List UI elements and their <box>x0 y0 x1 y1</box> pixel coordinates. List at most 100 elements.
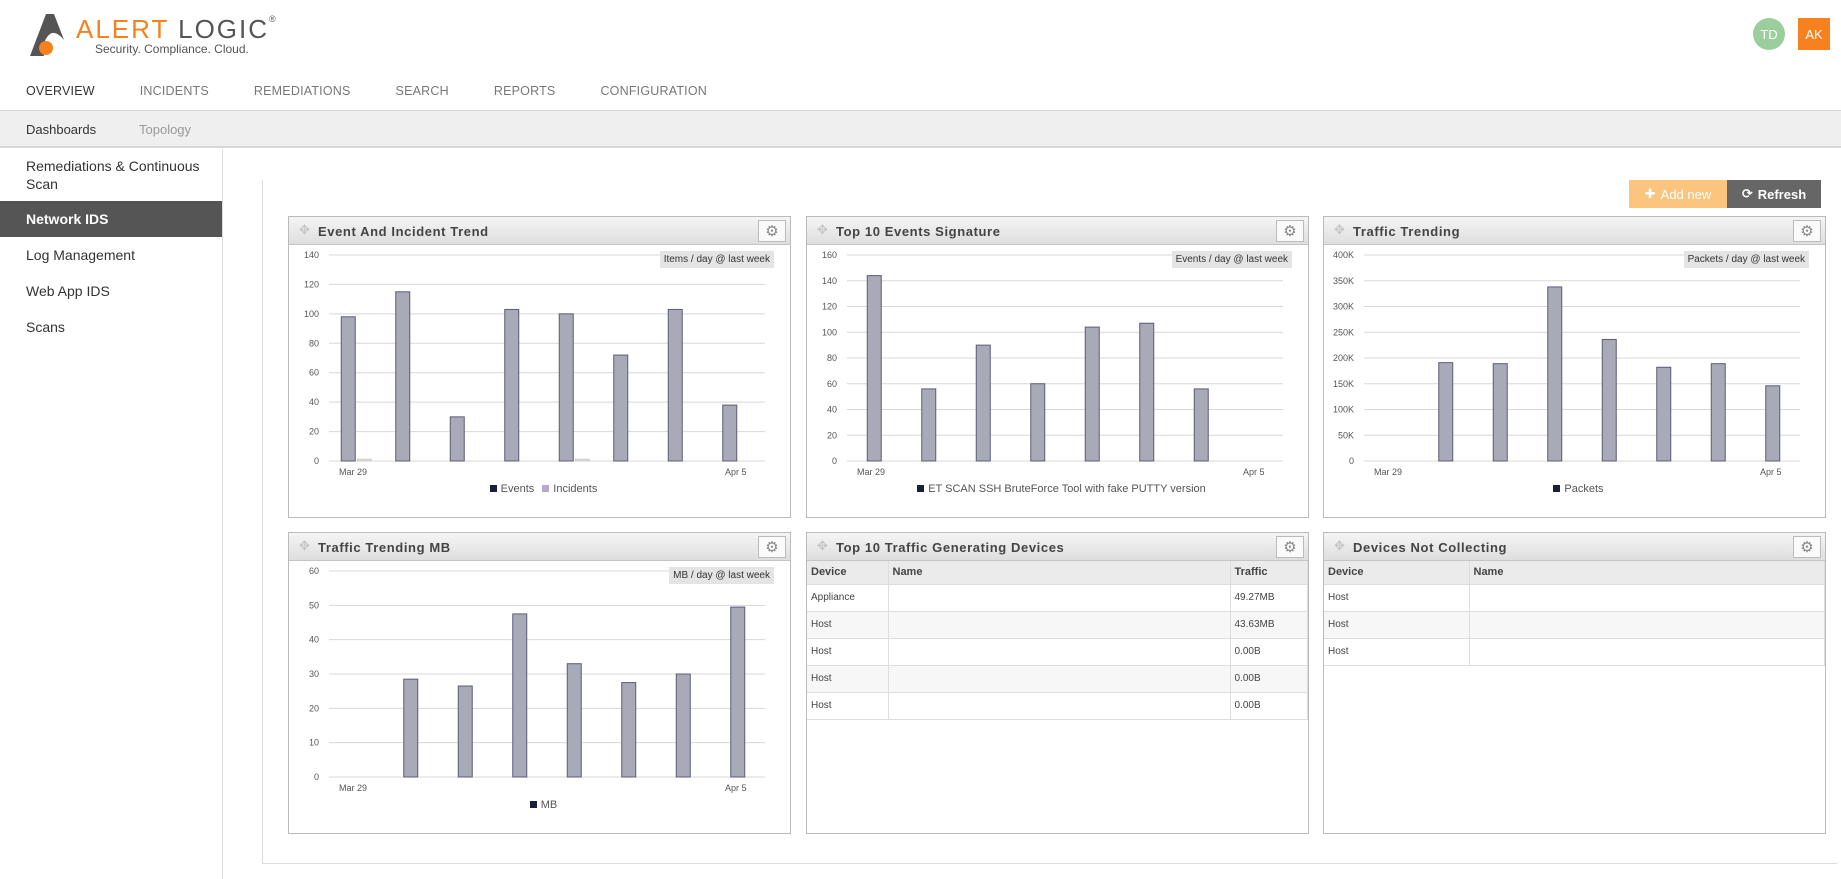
widget-header[interactable]: ✥ Top 10 Events Signature ⚙ <box>807 217 1308 245</box>
sidebar-item-scans[interactable]: Scans <box>0 317 222 337</box>
bar <box>730 606 746 778</box>
add-new-label: Add new <box>1660 186 1712 202</box>
y-tick-label: 80 <box>827 353 837 363</box>
bar <box>1139 322 1155 462</box>
move-icon[interactable]: ✥ <box>299 538 310 554</box>
y-tick-label: 140 <box>304 250 319 260</box>
cell-traffic: 0.00B <box>1230 692 1308 720</box>
move-icon[interactable]: ✥ <box>817 222 828 238</box>
legend-label[interactable]: Events <box>501 483 535 495</box>
table-header-row: Device Name Traffic <box>807 561 1308 585</box>
widget-title: Event And Incident Trend <box>318 224 489 239</box>
account-avatar-ak[interactable]: AK <box>1798 18 1830 50</box>
widget-header[interactable]: ✥ Devices Not Collecting ⚙ <box>1324 533 1825 561</box>
traffic-trending-chart: Packets / day @ last week 0 50K 100K 150K 200… <box>1324 245 1825 520</box>
y-tick-label: 100 <box>822 327 837 337</box>
move-icon[interactable]: ✥ <box>817 538 828 554</box>
y-tick-label: 40 <box>309 635 319 645</box>
column-header-traffic[interactable]: Traffic <box>1230 561 1308 585</box>
move-icon[interactable]: ✥ <box>299 222 310 238</box>
bar <box>395 291 411 462</box>
gear-icon[interactable]: ⚙ <box>1793 220 1821 242</box>
cell-name <box>1469 584 1825 612</box>
bar <box>975 344 991 462</box>
column-header-device[interactable]: Device <box>807 561 889 585</box>
widget-header[interactable]: ✥ Traffic Trending MB ⚙ <box>289 533 790 561</box>
y-tick-label: 200K <box>1333 353 1354 363</box>
widget-header[interactable]: ✥ Top 10 Traffic Generating Devices ⚙ <box>807 533 1308 561</box>
column-header-name[interactable]: Name <box>1469 561 1825 585</box>
table-row[interactable]: Host <box>1324 611 1825 639</box>
x-tick-label: Mar 29 <box>339 467 367 477</box>
move-icon[interactable]: ✥ <box>1334 222 1345 238</box>
y-tick-label: 40 <box>827 405 837 415</box>
cell-name <box>1469 638 1825 666</box>
bar <box>921 388 937 462</box>
y-tick-label: 0 <box>314 772 319 782</box>
table-row[interactable]: Host <box>1324 638 1825 666</box>
widget-top-traffic-devices: ✥ Top 10 Traffic Generating Devices ⚙ Devi… <box>806 532 1309 834</box>
move-icon[interactable]: ✥ <box>1334 538 1345 554</box>
bar <box>667 308 683 462</box>
sidebar-item-network-ids[interactable]: Network IDS <box>0 201 222 237</box>
cell-device: Host <box>807 611 889 639</box>
registered-mark: ® <box>269 14 278 24</box>
table-row[interactable]: Host <box>1324 584 1825 612</box>
sidebar-item-web-app-ids[interactable]: Web App IDS <box>0 281 222 301</box>
nav-reports[interactable]: REPORTS <box>494 84 556 98</box>
table-row[interactable]: Host 43.63MB <box>807 611 1308 639</box>
x-tick-label: Apr 5 <box>725 467 747 477</box>
subnav-dashboards[interactable]: Dashboards <box>26 122 96 137</box>
cell-name <box>888 638 1231 666</box>
gear-icon[interactable]: ⚙ <box>1276 220 1304 242</box>
widget-header[interactable]: ✥ Traffic Trending ⚙ <box>1324 217 1825 245</box>
plus-icon: ✚ <box>1644 186 1656 201</box>
gear-icon[interactable]: ⚙ <box>1276 536 1304 558</box>
widget-traffic-trending: ✥ Traffic Trending ⚙ Packets / day @ last … <box>1323 216 1826 518</box>
legend-label[interactable]: Incidents <box>553 483 597 495</box>
bar <box>866 275 882 462</box>
main-nav: OVERVIEW INCIDENTS REMEDIATIONS SEARCH R… <box>26 84 752 98</box>
y-tick-label: 300K <box>1333 302 1354 312</box>
table-row[interactable]: Host 0.00B <box>807 638 1308 666</box>
gear-icon[interactable]: ⚙ <box>758 220 786 242</box>
traffic-mb-chart: MB / day @ last week 0 10 20 30 40 50 60 Mar 29 A… <box>289 561 790 836</box>
refresh-icon: ⟳ <box>1741 186 1753 201</box>
nav-incidents[interactable]: INCIDENTS <box>140 84 209 98</box>
chart-legend: Packets <box>1324 483 1825 495</box>
bar <box>566 663 582 778</box>
y-tick-label: 20 <box>309 427 319 437</box>
nav-search[interactable]: SEARCH <box>396 84 449 98</box>
widget-header[interactable]: ✥ Event And Incident Trend ⚙ <box>289 217 790 245</box>
gear-icon[interactable]: ⚙ <box>758 536 786 558</box>
bar-incidents <box>357 458 372 462</box>
legend-label[interactable]: ET SCAN SSH BruteForce Tool with fake PU… <box>928 483 1206 495</box>
table-row[interactable]: Host 0.00B <box>807 665 1308 693</box>
table-row[interactable]: Host 0.00B <box>807 692 1308 720</box>
nav-configuration[interactable]: CONFIGURATION <box>600 84 707 98</box>
column-header-device[interactable]: Device <box>1324 561 1470 585</box>
nav-remediations[interactable]: REMEDIATIONS <box>254 84 351 98</box>
legend-label[interactable]: MB <box>541 799 558 811</box>
table-row[interactable]: Appliance 49.27MB <box>807 584 1308 612</box>
gear-icon[interactable]: ⚙ <box>1793 536 1821 558</box>
bar <box>1084 326 1100 462</box>
subnav-topology[interactable]: Topology <box>139 122 191 137</box>
y-tick-label: 20 <box>309 703 319 713</box>
column-header-name[interactable]: Name <box>888 561 1231 585</box>
legend-swatch <box>1553 485 1561 492</box>
alert-logic-logo[interactable]: ALERT LOGIC® Security. Compliance. Cloud… <box>26 10 286 60</box>
add-new-button[interactable]: ✚ Add new <box>1629 180 1727 208</box>
sidebar-item-log-management[interactable]: Log Management <box>0 245 222 265</box>
y-tick-label: 80 <box>309 338 319 348</box>
y-tick-label: 20 <box>827 430 837 440</box>
bar <box>1193 388 1209 462</box>
cell-name <box>888 584 1231 612</box>
refresh-button[interactable]: ⟳ Refresh <box>1727 180 1821 208</box>
legend-label[interactable]: Packets <box>1564 483 1603 495</box>
user-avatar-td[interactable]: TD <box>1753 18 1785 50</box>
y-tick-label: 150K <box>1333 379 1354 389</box>
nav-overview[interactable]: OVERVIEW <box>26 84 95 98</box>
sidebar-item-remediations[interactable]: Remediations & Continuous Scan <box>0 157 222 193</box>
cell-name <box>888 665 1231 693</box>
